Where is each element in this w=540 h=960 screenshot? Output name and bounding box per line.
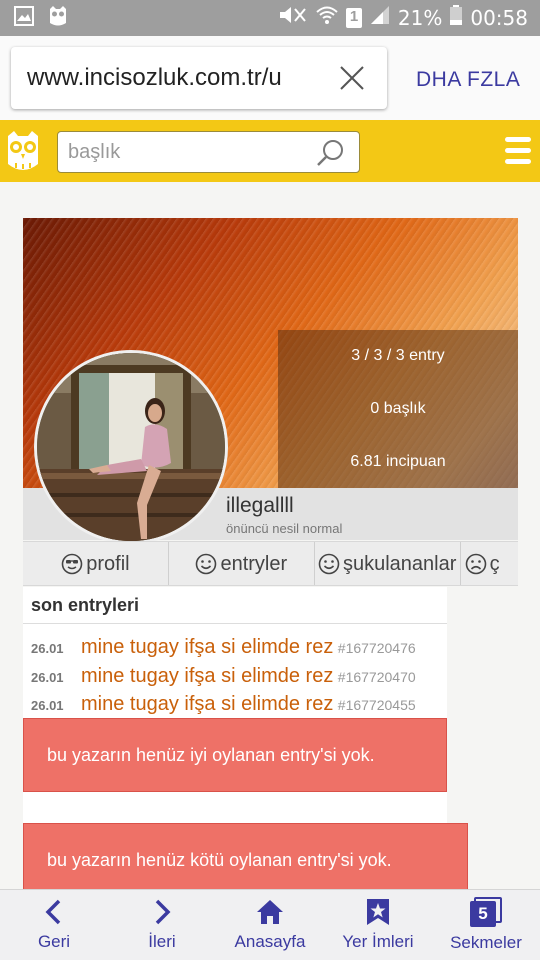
- battery-icon: [450, 5, 463, 31]
- clock: 00:58: [470, 6, 528, 30]
- site-header: başlık: [0, 120, 540, 182]
- tabs-icon: 5: [470, 897, 502, 927]
- bookmark-star-icon: [367, 899, 389, 925]
- url-field[interactable]: www.incisozluk.com.tr/u: [11, 47, 387, 109]
- tab-count: 5: [470, 901, 496, 927]
- entry-id[interactable]: #167720476: [338, 640, 416, 656]
- user-title: önüncü nesil normal: [226, 521, 343, 536]
- stat-entries[interactable]: 3 / 3 / 3 entry: [278, 347, 518, 365]
- home-label: Anasayfa: [234, 932, 306, 951]
- cool-face-icon: [61, 553, 83, 575]
- no-bad-entries-alert: bu yazarın henüz kötü oylanan entry'si y…: [23, 823, 468, 897]
- search-box[interactable]: başlık: [57, 131, 360, 173]
- tab-favorited[interactable]: şukulananlar: [315, 542, 461, 585]
- menu-icon[interactable]: [505, 137, 531, 165]
- wifi-icon: [316, 5, 338, 31]
- stat-points[interactable]: 6.81 incipuan: [278, 453, 518, 471]
- entry-date: 26.01: [31, 670, 64, 685]
- tab-profile-label: profil: [86, 552, 130, 575]
- screen: 1 21% 00:58 www.incisozluk.com.tr/u DHA …: [0, 0, 540, 960]
- browser-bottom-toolbar: Geri İleri Anasayfa Yer İmleri 5 Sekmele…: [0, 889, 540, 960]
- more-button[interactable]: DHA FZLA: [416, 68, 520, 92]
- clear-url-icon[interactable]: [337, 63, 367, 93]
- back-button[interactable]: Geri: [0, 890, 108, 960]
- no-good-entries-alert: bu yazarın henüz iyi oylanan entry'si yo…: [23, 718, 447, 792]
- tab-entries-label: entryler: [220, 552, 288, 575]
- tab-favorited-label: şukulananlar: [342, 552, 457, 575]
- home-icon: [257, 900, 283, 924]
- avatar[interactable]: [34, 350, 228, 544]
- entry-row[interactable]: 26.01 mine tugay ifşa si elimde rez #1677…: [31, 636, 416, 659]
- back-label: Geri: [37, 932, 71, 951]
- owl-logo-icon[interactable]: [6, 130, 40, 174]
- entry-row[interactable]: 26.01 mine tugay ifşa si elimde rez #1677…: [31, 665, 416, 688]
- home-button[interactable]: Anasayfa: [216, 890, 324, 960]
- entry-title-link[interactable]: mine tugay ifşa si elimde rez: [81, 665, 333, 687]
- smile-icon: [318, 553, 340, 575]
- image-icon: [14, 5, 34, 31]
- entry-id[interactable]: #167720455: [338, 697, 416, 713]
- tab-profile[interactable]: profil: [23, 542, 169, 585]
- status-bar: 1 21% 00:58: [0, 0, 540, 36]
- tab-entries[interactable]: entryler: [169, 542, 315, 585]
- stat-titles[interactable]: 0 başlık: [278, 400, 518, 418]
- forward-label: İleri: [148, 932, 176, 951]
- username: illegallll: [226, 494, 294, 517]
- search-icon[interactable]: [315, 138, 345, 168]
- url-text[interactable]: www.incisozluk.com.tr/u: [11, 64, 311, 92]
- forward-button[interactable]: İleri: [108, 890, 216, 960]
- chevron-left-icon: [45, 899, 61, 925]
- tab-disliked-label: ç: [489, 552, 500, 575]
- bookmarks-label: Yer İmleri: [342, 932, 414, 951]
- battery-percent: 21%: [397, 6, 443, 30]
- entry-title-link[interactable]: mine tugay ifşa si elimde rez: [81, 693, 333, 715]
- mute-icon: [278, 5, 308, 31]
- tab-disliked[interactable]: ç: [461, 542, 518, 585]
- sim-slot-icon: 1: [345, 8, 362, 28]
- profile-stats: 3 / 3 / 3 entry 0 başlık 6.81 incipuan: [278, 330, 518, 488]
- entry-date: 26.01: [31, 698, 64, 713]
- owl-notification-icon: [48, 5, 68, 32]
- sad-face-icon: [465, 553, 486, 575]
- entry-row[interactable]: 26.01 mine tugay ifşa si elimde rez #1677…: [31, 693, 416, 716]
- entry-id[interactable]: #167720470: [338, 669, 416, 685]
- profile-tabs: profil entryler şukulananlar ç: [23, 541, 518, 586]
- divider: [23, 623, 447, 624]
- browser-toolbar: www.incisozluk.com.tr/u DHA FZLA: [0, 36, 540, 120]
- entry-title-link[interactable]: mine tugay ifşa si elimde rez: [81, 636, 333, 658]
- bookmarks-button[interactable]: Yer İmleri: [324, 890, 432, 960]
- recent-entries-title: son entryleri: [31, 595, 140, 615]
- sim-slot-number: 1: [349, 8, 359, 25]
- smile-icon: [196, 553, 217, 575]
- search-input[interactable]: başlık: [68, 141, 120, 164]
- tabs-label: Sekmeler: [450, 933, 522, 952]
- tabs-button[interactable]: 5 Sekmeler: [432, 890, 540, 960]
- entry-date: 26.01: [31, 641, 64, 656]
- signal-icon: [370, 5, 390, 31]
- chevron-right-icon: [155, 899, 171, 925]
